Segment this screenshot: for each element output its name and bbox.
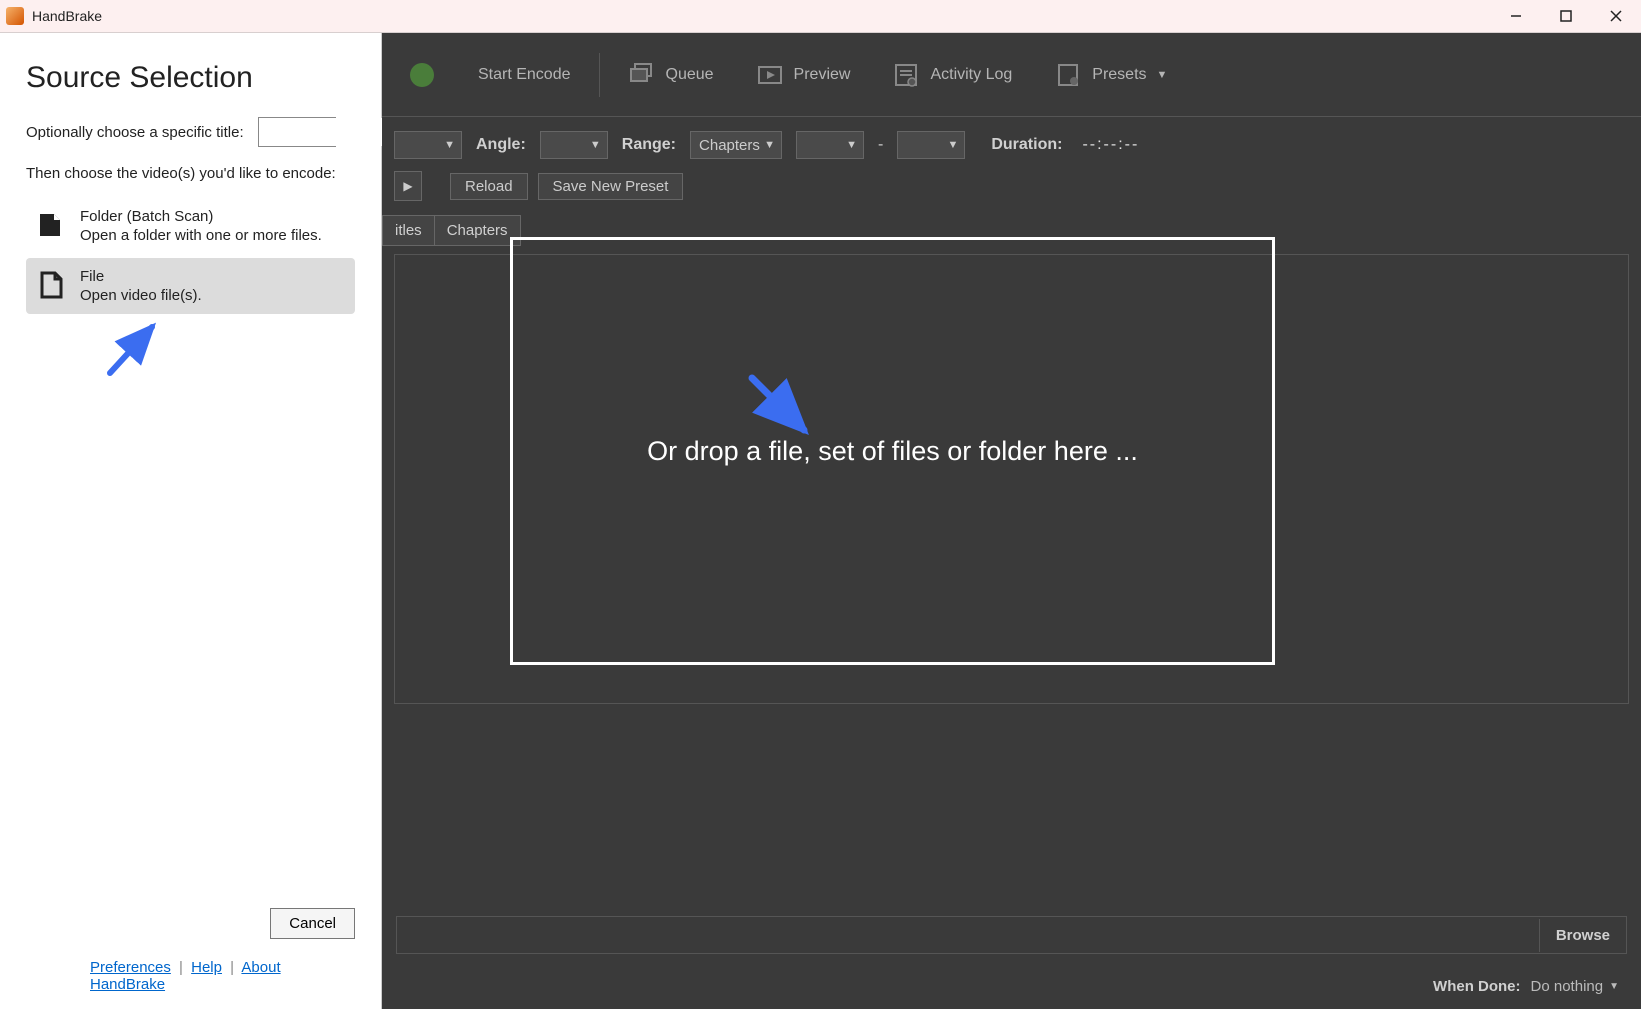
angle-select[interactable]: ▼ <box>540 131 608 159</box>
save-new-preset-button[interactable]: Save New Preset <box>538 173 684 200</box>
maximize-icon <box>1560 10 1572 22</box>
chevron-down-icon: ▼ <box>1609 981 1619 992</box>
annotation-arrow-small <box>102 313 172 383</box>
toolbar-start-label: Start Encode <box>478 66 571 84</box>
duration-label: Duration: <box>991 136 1062 154</box>
bottom-area: Browse When Done: Do nothing ▼ <box>382 906 1641 1009</box>
folder-option[interactable]: Folder (Batch Scan) Open a folder with o… <box>26 198 355 254</box>
help-link[interactable]: Help <box>191 959 222 976</box>
titlebar: HandBrake <box>0 0 1641 33</box>
toolbar-activity-label: Activity Log <box>930 66 1012 84</box>
open-icon <box>408 61 436 89</box>
footer-links: Preferences | Help | About HandBrake <box>26 959 355 993</box>
close-button[interactable] <box>1591 0 1641 33</box>
reload-button[interactable]: Reload <box>450 173 528 200</box>
drop-text: Or drop a file, set of files or folder h… <box>647 436 1138 467</box>
toolbar-queue[interactable]: Queue <box>610 53 732 97</box>
preview-icon <box>756 61 784 89</box>
title-label: Optionally choose a specific title: <box>26 124 244 141</box>
title-select[interactable]: ▼ <box>394 131 462 159</box>
folder-option-title: Folder (Batch Scan) <box>80 208 322 225</box>
range-from-select[interactable]: ▼ <box>796 131 864 159</box>
preset-buttons-row: ▶ Reload Save New Preset <box>382 167 1641 211</box>
app-icon <box>6 7 24 25</box>
toolbar: Start Encode Queue Preview Activity Log … <box>382 33 1641 117</box>
toolbar-start-encode[interactable]: Start Encode <box>460 58 589 92</box>
close-icon <box>1610 10 1622 22</box>
folder-option-sub: Open a folder with one or more files. <box>80 227 322 244</box>
angle-label: Angle: <box>476 136 526 154</box>
tab-titles[interactable]: itles <box>382 215 435 246</box>
preferences-link[interactable]: Preferences <box>90 959 171 976</box>
toolbar-presets[interactable]: Presets ▼ <box>1036 53 1185 97</box>
minimize-button[interactable] <box>1491 0 1541 33</box>
range-select[interactable]: Chapters▼ <box>690 131 782 159</box>
maximize-button[interactable] <box>1541 0 1591 33</box>
toolbar-preview[interactable]: Preview <box>738 53 869 97</box>
main-content-dimmed: Start Encode Queue Preview Activity Log … <box>382 33 1641 1009</box>
file-option[interactable]: File Open video file(s). <box>26 258 355 314</box>
expand-button[interactable]: ▶ <box>394 171 422 201</box>
duration-value: --:--:-- <box>1082 136 1139 154</box>
file-icon <box>34 268 68 302</box>
browse-button[interactable]: Browse <box>1539 919 1626 952</box>
drop-overlay[interactable]: Or drop a file, set of files or folder h… <box>510 237 1275 665</box>
instruction-text: Then choose the video(s) you'd like to e… <box>26 165 355 182</box>
source-heading: Source Selection <box>26 61 355 95</box>
save-to-bar: Browse <box>396 916 1627 954</box>
toolbar-queue-label: Queue <box>666 66 714 84</box>
cancel-button[interactable]: Cancel <box>270 908 355 939</box>
activity-icon <box>892 61 920 89</box>
file-option-title: File <box>80 268 202 285</box>
folder-icon <box>34 208 68 242</box>
presets-icon <box>1054 61 1082 89</box>
title-spinner[interactable]: ▲ ▼ <box>258 117 336 147</box>
chevron-down-icon: ▼ <box>1157 69 1168 81</box>
queue-icon <box>628 61 656 89</box>
range-label: Range: <box>622 136 676 154</box>
source-selection-panel: Source Selection Optionally choose a spe… <box>0 33 382 1009</box>
toolbar-presets-label: Presets <box>1092 66 1146 84</box>
toolbar-open[interactable] <box>390 53 454 97</box>
controls-row: ▼ Angle: ▼ Range: Chapters▼ ▼ - ▼ Durati… <box>382 117 1641 167</box>
toolbar-preview-label: Preview <box>794 66 851 84</box>
when-done-value: Do nothing <box>1531 978 1604 995</box>
when-done-select[interactable]: Do nothing ▼ <box>1531 978 1619 995</box>
window-title: HandBrake <box>32 8 102 24</box>
toolbar-activity[interactable]: Activity Log <box>874 53 1030 97</box>
minimize-icon <box>1510 10 1522 22</box>
when-done-label: When Done: <box>1433 978 1521 995</box>
range-to-select[interactable]: ▼ <box>897 131 965 159</box>
tab-chapters[interactable]: Chapters <box>434 215 521 246</box>
file-option-sub: Open video file(s). <box>80 287 202 304</box>
range-dash: - <box>878 136 883 154</box>
